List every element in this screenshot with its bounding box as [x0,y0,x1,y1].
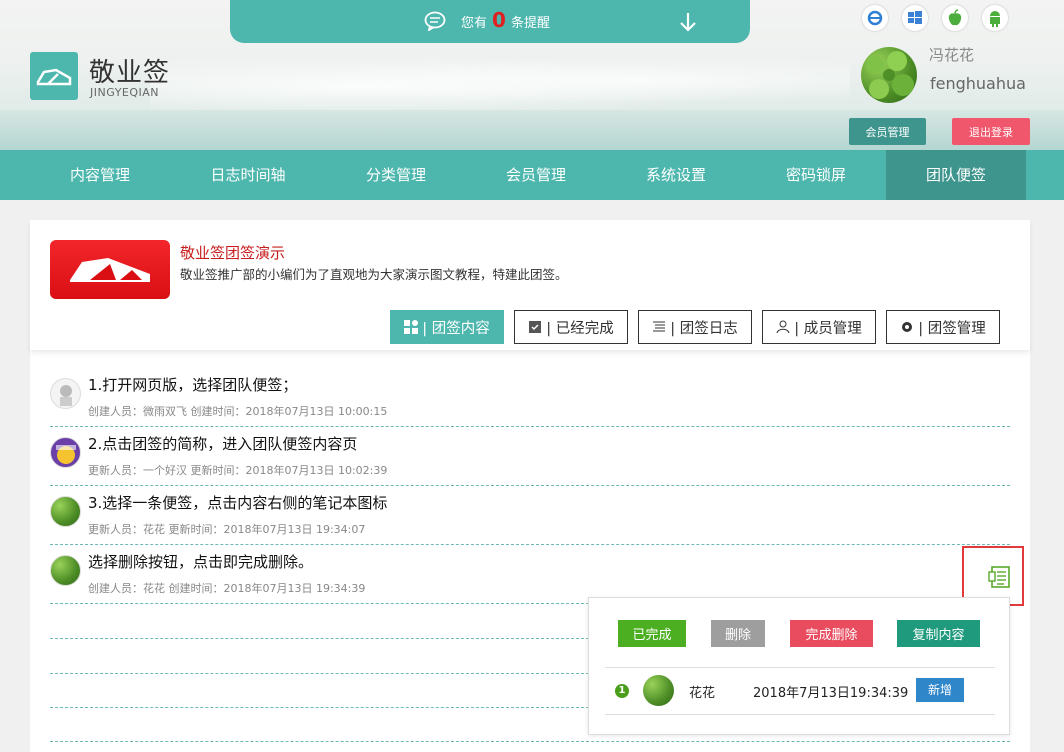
check-box-icon [529,321,542,333]
main-nav: 内容管理 日志时间轴 分类管理 会员管理 系统设置 密码锁屏 团队便签 [0,150,1064,200]
tab-label: | 成员管理 [794,320,862,337]
record-index: 1 [615,684,629,698]
android-icon[interactable] [982,5,1008,31]
tab-label: | 团签日志 [670,320,738,337]
avatar [643,675,674,706]
divider [50,741,1010,742]
member-management-button[interactable]: 会员管理 [849,118,926,145]
grid-icon [404,320,419,334]
gear-icon [902,322,913,332]
nav-member[interactable]: 会员管理 [466,150,606,200]
user-name-cn: 冯花花 [929,46,975,64]
avatar [50,555,81,586]
tab-completed[interactable]: | 已经完成 [514,310,628,344]
entry-meta: 更新人员：一个好汉 更新时间：2018年07月13日 10:02:39 [88,464,388,477]
record-time: 2018年7月13日19:34:39 [753,686,909,701]
team-header: 敬业签团签演示 敬业签推广部的小编们为了直观地为大家演示图文教程，特建此团签。 … [30,220,1030,350]
list-item[interactable]: 1.打开网页版，选择团队便签； 创建人员：微雨双飞 创建时间：2018年07月1… [50,368,1010,427]
tab-label: | 已经完成 [546,320,614,337]
nav-settings[interactable]: 系统设置 [606,150,746,200]
tab-team-content[interactable]: | 团签内容 [390,310,504,344]
tab-team-log[interactable]: | 团签日志 [638,310,752,344]
complete-delete-button[interactable]: 完成删除 [790,620,873,647]
avatar [50,437,81,468]
history-row: 1 花花 2018年7月13日19:34:39 新增 [605,667,995,715]
entry-title: 3.选择一条便签，点击内容右侧的笔记本图标 [88,494,388,512]
user-icon [776,320,790,334]
logout-button[interactable]: 退出登录 [952,118,1030,145]
user-avatar[interactable] [861,47,917,103]
team-name[interactable]: 敬业签团签演示 [180,242,285,263]
list-item[interactable]: 2.点击团签的简称，进入团队便签内容页 更新人员：一个好汉 更新时间：2018年… [50,427,1010,486]
chat-bubble-icon [424,11,446,31]
arrow-down-icon[interactable] [678,11,698,33]
notebook-icon [988,566,1010,588]
tab-team-management[interactable]: | 团签管理 [886,310,1000,344]
mark-complete-button[interactable]: 已完成 [618,620,686,647]
logo-icon[interactable] [30,52,78,100]
list-log-icon [653,321,666,332]
record-action-badge: 新增 [916,678,964,702]
note-action-popup: 已完成 删除 完成删除 复制内容 1 花花 2018年7月13日19:34:39… [588,597,1010,735]
nav-category[interactable]: 分类管理 [326,150,466,200]
notification-text: 您有 0 条提醒 [461,8,550,32]
record-user: 花花 [689,686,716,701]
platform-icons [862,5,1008,31]
entry-title: 2.点击团签的简称，进入团队便签内容页 [88,435,358,453]
boat-logo-icon [70,258,150,282]
nav-content[interactable]: 内容管理 [30,150,170,200]
team-description: 敬业签推广部的小编们为了直观地为大家演示图文教程，特建此团签。 [180,267,568,282]
copy-content-button[interactable]: 复制内容 [897,620,980,647]
notification-bar[interactable]: 您有 0 条提醒 [230,0,750,43]
windows-icon[interactable] [902,5,928,31]
ie-icon[interactable] [862,5,888,31]
notification-suffix: 条提醒 [510,16,550,31]
list-item[interactable]: 选择删除按钮，点击即完成删除。 创建人员：花花 创建时间：2018年07月13日… [50,545,1010,604]
entry-title: 1.打开网页版，选择团队便签； [88,376,298,394]
user-name-en: fenghuahua [930,74,1026,93]
team-logo [50,240,170,299]
entry-meta: 创建人员：微雨双飞 创建时间：2018年07月13日 10:00:15 [88,405,388,418]
tab-label: | 团签内容 [422,320,490,337]
notification-count: 0 [492,8,506,32]
avatar [50,496,81,527]
entry-meta: 创建人员：花花 创建时间：2018年07月13日 19:34:39 [88,582,366,595]
tab-member-management[interactable]: | 成员管理 [762,310,876,344]
entry-meta: 更新人员：花花 更新时间：2018年07月13日 19:34:07 [88,523,366,536]
nav-timeline[interactable]: 日志时间轴 [178,150,318,200]
tab-label: | 团签管理 [918,320,986,337]
boat-logo-icon [36,68,72,86]
apple-icon[interactable] [942,5,968,31]
header-clouds [150,50,850,110]
avatar [50,378,81,409]
delete-button[interactable]: 删除 [711,620,765,647]
brand-subtitle: JINGYEQIAN [90,86,160,99]
entry-title: 选择删除按钮，点击即完成删除。 [88,553,314,571]
list-item[interactable]: 3.选择一条便签，点击内容右侧的笔记本图标 更新人员：花花 更新时间：2018年… [50,486,1010,545]
brand-title: 敬业签 [89,58,171,88]
nav-team-notes[interactable]: 团队便签 [886,150,1026,200]
nav-lock[interactable]: 密码锁屏 [746,150,886,200]
notification-prefix: 您有 [461,16,488,31]
